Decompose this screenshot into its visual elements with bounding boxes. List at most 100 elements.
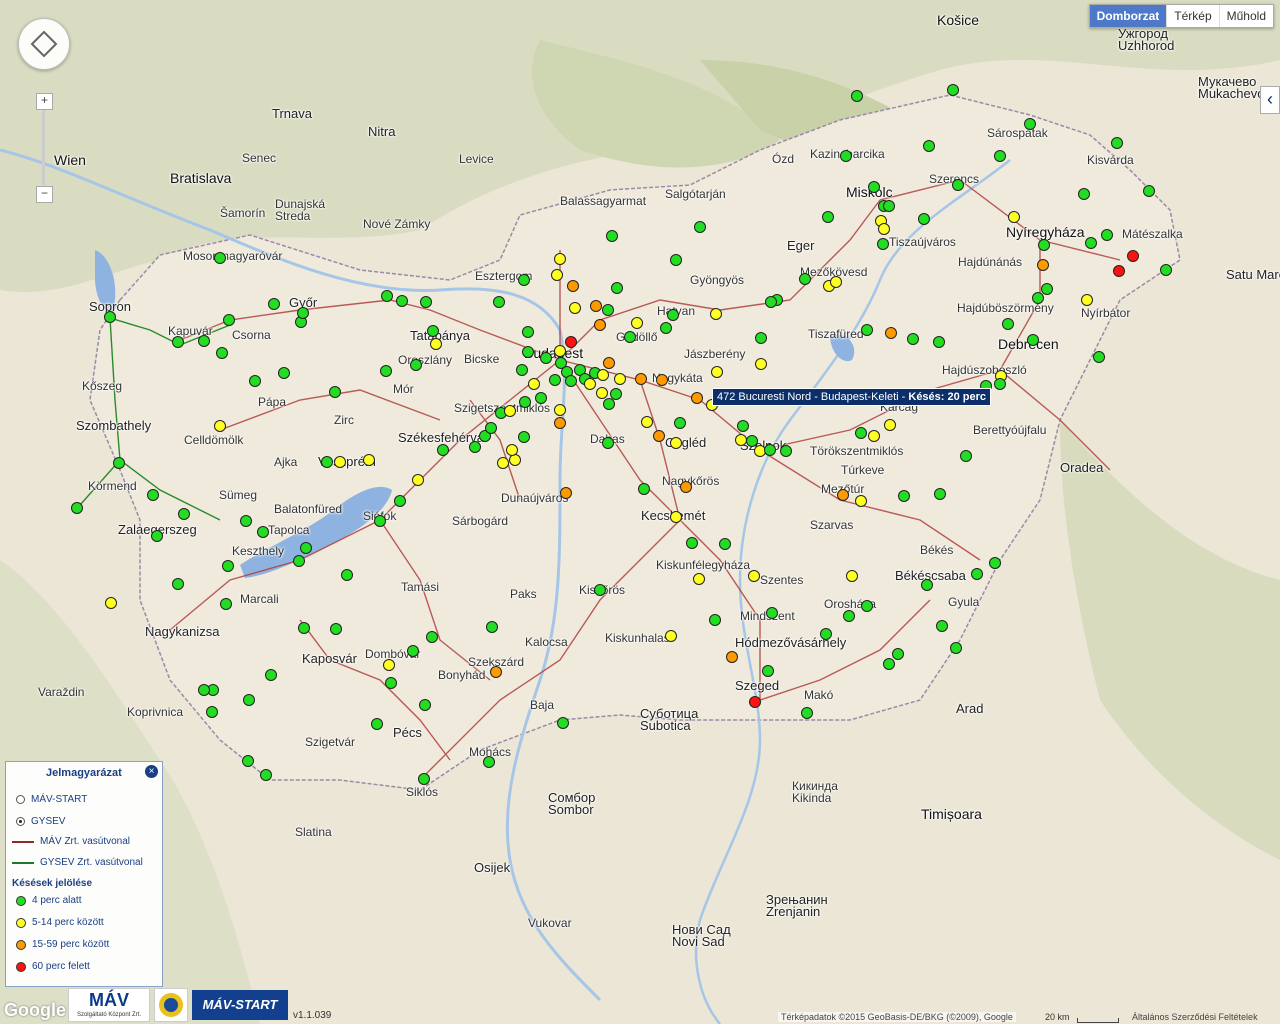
train-marker[interactable] (656, 374, 668, 386)
train-marker[interactable] (1113, 265, 1125, 277)
train-marker[interactable] (493, 296, 505, 308)
train-marker[interactable] (709, 614, 721, 626)
train-marker[interactable] (843, 610, 855, 622)
train-marker[interactable] (851, 90, 863, 102)
mav-logo[interactable]: MÁV Szolgáltató Központ Zrt. (68, 988, 150, 1022)
train-marker[interactable] (486, 621, 498, 633)
train-marker[interactable] (420, 296, 432, 308)
train-marker[interactable] (554, 253, 566, 265)
train-marker[interactable] (243, 694, 255, 706)
train-marker[interactable] (994, 150, 1006, 162)
train-marker[interactable] (748, 570, 760, 582)
train-marker[interactable] (380, 365, 392, 377)
train-marker[interactable] (329, 386, 341, 398)
train-marker[interactable] (898, 490, 910, 502)
train-marker[interactable] (430, 338, 442, 350)
train-marker[interactable] (113, 457, 125, 469)
train-marker[interactable] (483, 756, 495, 768)
train-marker[interactable] (1160, 264, 1172, 276)
train-marker[interactable] (506, 444, 518, 456)
train-marker[interactable] (762, 665, 774, 677)
train-marker[interactable] (764, 444, 776, 456)
train-marker[interactable] (385, 677, 397, 689)
train-marker[interactable] (551, 269, 563, 281)
train-marker[interactable] (960, 450, 972, 462)
train-marker[interactable] (298, 622, 310, 634)
train-marker[interactable] (278, 367, 290, 379)
train-marker[interactable] (1041, 283, 1053, 295)
train-marker[interactable] (994, 378, 1006, 390)
train-marker[interactable] (653, 430, 665, 442)
train-marker[interactable] (921, 579, 933, 591)
train-marker[interactable] (674, 417, 686, 429)
train-marker[interactable] (971, 568, 983, 580)
train-marker[interactable] (1037, 259, 1049, 271)
pan-control[interactable] (18, 18, 70, 70)
train-marker[interactable] (755, 358, 767, 370)
train-marker[interactable] (855, 427, 867, 439)
train-marker[interactable] (104, 311, 116, 323)
train-marker[interactable] (249, 375, 261, 387)
train-marker[interactable] (801, 707, 813, 719)
train-marker[interactable] (680, 481, 692, 493)
terms-link[interactable]: Általános Szerződési Feltételek (1132, 1012, 1258, 1022)
train-marker[interactable] (878, 223, 890, 235)
gysev-logo[interactable] (154, 988, 188, 1022)
train-marker[interactable] (1081, 294, 1093, 306)
train-marker[interactable] (691, 392, 703, 404)
train-marker[interactable] (602, 304, 614, 316)
train-marker[interactable] (1002, 318, 1014, 330)
train-marker[interactable] (363, 454, 375, 466)
train-marker[interactable] (755, 332, 767, 344)
train-marker[interactable] (884, 419, 896, 431)
train-marker[interactable] (611, 282, 623, 294)
train-marker[interactable] (667, 309, 679, 321)
train-marker[interactable] (371, 718, 383, 730)
train-marker[interactable] (594, 319, 606, 331)
train-marker[interactable] (1078, 188, 1090, 200)
train-marker[interactable] (1127, 250, 1139, 262)
train-marker[interactable] (603, 398, 615, 410)
train-marker[interactable] (412, 474, 424, 486)
train-marker[interactable] (1093, 351, 1105, 363)
train-marker[interactable] (1101, 229, 1113, 241)
train-marker[interactable] (710, 308, 722, 320)
operator-option-mav-start[interactable]: MÁV-START (16, 794, 87, 805)
train-marker[interactable] (265, 669, 277, 681)
train-marker[interactable] (519, 396, 531, 408)
train-marker[interactable] (330, 623, 342, 635)
train-marker[interactable] (923, 140, 935, 152)
train-marker[interactable] (105, 597, 117, 609)
train-marker[interactable] (830, 276, 842, 288)
train-marker[interactable] (381, 290, 393, 302)
train-marker[interactable] (877, 238, 889, 250)
panel-collapse-button[interactable]: ‹ (1260, 86, 1280, 114)
train-marker[interactable] (934, 488, 946, 500)
train-marker[interactable] (297, 307, 309, 319)
train-marker[interactable] (670, 511, 682, 523)
train-marker[interactable] (178, 508, 190, 520)
train-marker[interactable] (606, 230, 618, 242)
train-marker[interactable] (334, 456, 346, 468)
train-marker[interactable] (694, 221, 706, 233)
train-marker[interactable] (374, 515, 386, 527)
map-type-map-button[interactable]: Térkép (1166, 5, 1218, 27)
train-marker[interactable] (597, 369, 609, 381)
train-marker[interactable] (71, 502, 83, 514)
train-marker[interactable] (665, 630, 677, 642)
train-marker[interactable] (216, 347, 228, 359)
train-marker[interactable] (670, 254, 682, 266)
train-marker[interactable] (540, 352, 552, 364)
train-marker[interactable] (300, 542, 312, 554)
radio-icon[interactable] (16, 795, 25, 804)
train-marker[interactable] (565, 375, 577, 387)
train-marker[interactable] (554, 345, 566, 357)
train-marker[interactable] (223, 314, 235, 326)
train-marker[interactable] (172, 578, 184, 590)
train-marker[interactable] (883, 200, 895, 212)
train-marker[interactable] (1008, 211, 1020, 223)
train-marker[interactable] (469, 441, 481, 453)
train-marker[interactable] (557, 717, 569, 729)
train-marker[interactable] (437, 444, 449, 456)
train-marker[interactable] (426, 631, 438, 643)
